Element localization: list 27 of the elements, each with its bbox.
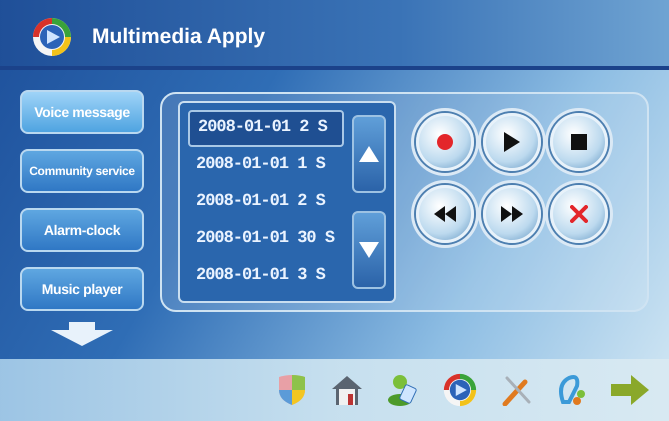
loop-icon: [557, 374, 587, 406]
window-title: Multimedia Apply: [92, 24, 266, 50]
close-icon: [570, 205, 588, 223]
home-icon: [331, 374, 363, 406]
recording-item[interactable]: 2008-01-01 3 S: [188, 258, 344, 294]
rewind-icon: [434, 206, 456, 222]
recording-item[interactable]: 2008-01-01 2 S: [188, 184, 344, 220]
scroll-down-button[interactable]: [352, 211, 386, 289]
down-triangle-icon: [359, 242, 379, 258]
play-icon: [504, 132, 520, 152]
media-player-logo-icon: [32, 17, 72, 57]
person-phone-icon: [387, 374, 419, 406]
media-player-icon: [443, 373, 477, 407]
menu-button[interactable]: Alarm-clock: [20, 208, 144, 252]
menu-button[interactable]: Music player: [20, 267, 144, 311]
menu-button[interactable]: Community service: [20, 149, 144, 193]
scroll-up-button[interactable]: [352, 115, 386, 193]
right-arrow-icon: [611, 375, 649, 405]
shield-icon: [277, 374, 307, 406]
up-triangle-icon: [359, 146, 379, 162]
recording-item[interactable]: 2008-01-01 30 S: [188, 220, 344, 258]
recording-item[interactable]: 2008-01-01 1 S: [188, 146, 344, 184]
recording-item[interactable]: 2008-01-01 2 S: [188, 110, 344, 146]
record-icon: [437, 134, 453, 150]
fast-forward-icon: [501, 206, 523, 222]
tools-icon: [501, 374, 533, 406]
stop-icon: [571, 134, 587, 150]
